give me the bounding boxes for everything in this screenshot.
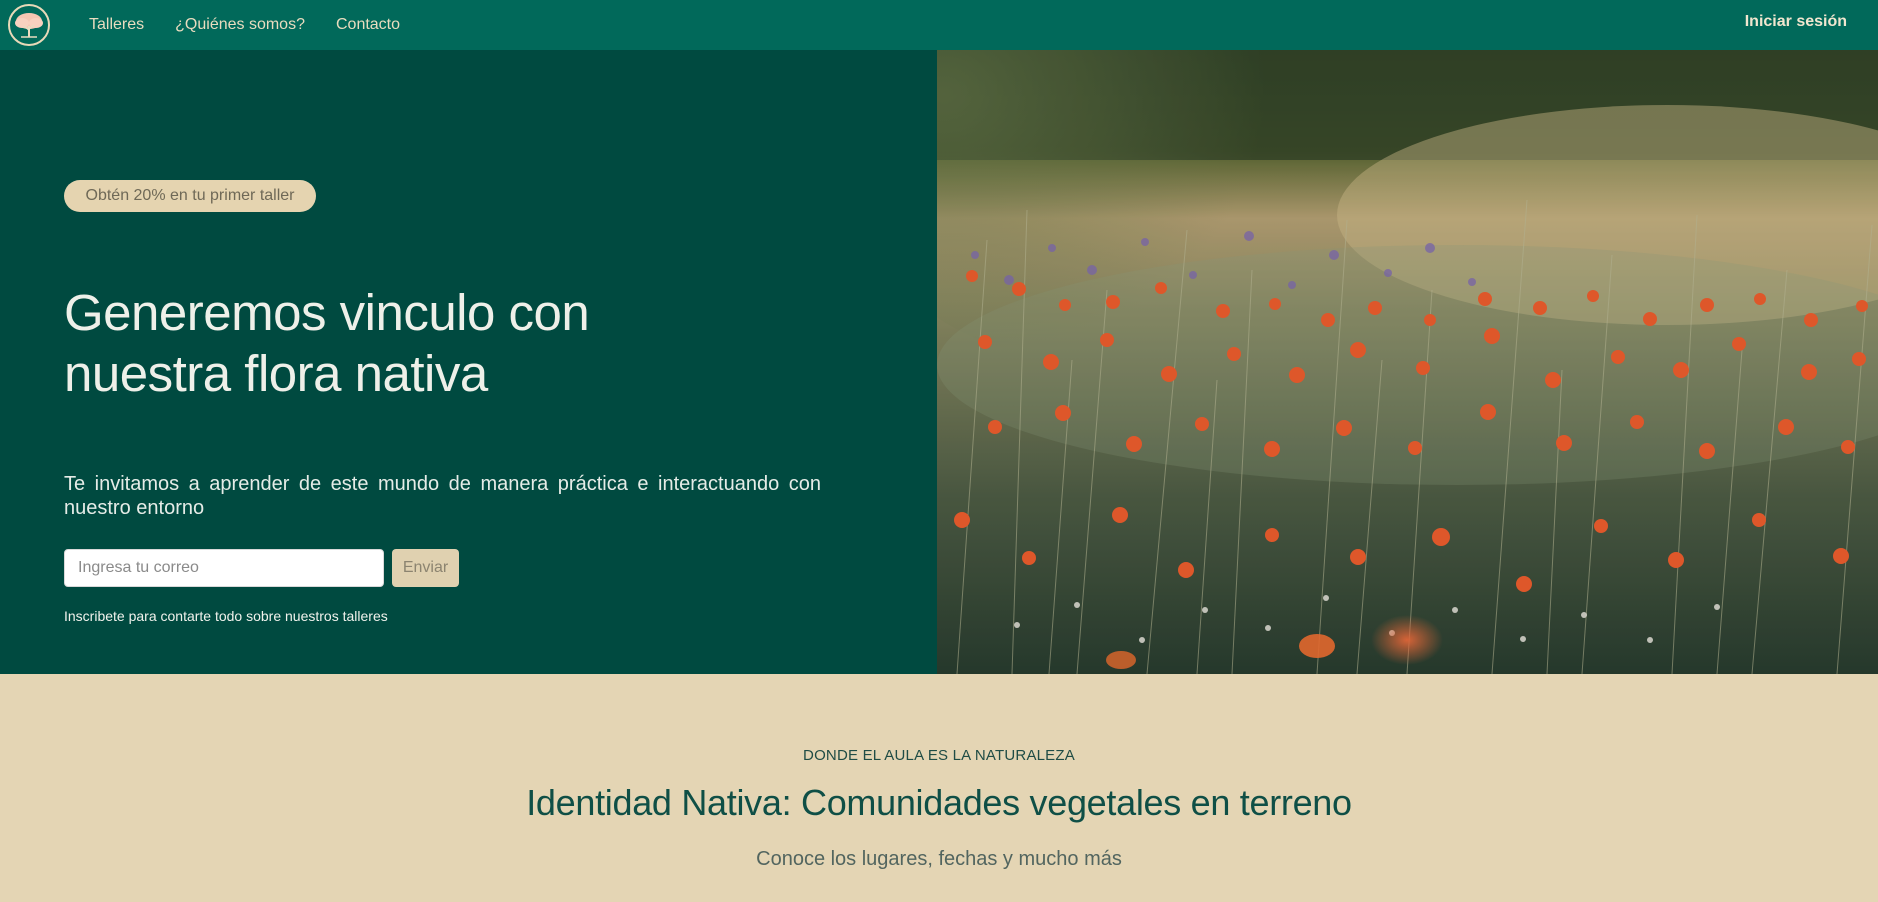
section-kicker: DONDE EL AULA ES LA NATURALEZA (803, 747, 1075, 764)
email-input[interactable] (64, 549, 384, 587)
signup-note: Inscribete para contarte todo sobre nues… (64, 608, 388, 624)
nav-item-talleres[interactable]: Talleres (89, 16, 144, 34)
main-menu: Talleres ¿Quiénes somos? Contacto (89, 0, 400, 50)
hero-content: Obtén 20% en tu primer taller Generemos … (0, 50, 937, 674)
hero-title-line-1: Generemos vinculo con (64, 284, 590, 341)
login-link[interactable]: Iniciar sesión (1745, 0, 1847, 43)
section-title: Identidad Nativa: Comunidades vegetales … (526, 782, 1352, 823)
discount-badge: Obtén 20% en tu primer taller (64, 180, 316, 212)
send-button[interactable]: Enviar (392, 549, 459, 587)
hero-title: Generemos vinculo con nuestra flora nati… (64, 282, 704, 404)
section-subtitle: Conoce los lugares, fechas y mucho más (756, 848, 1122, 870)
wildflower-field-image (937, 50, 1878, 674)
nav-item-quienes-somos[interactable]: ¿Quiénes somos? (175, 16, 305, 34)
hero-image (937, 50, 1878, 674)
hero-description: Te invitamos a aprender de este mundo de… (64, 473, 821, 519)
top-navigation: Talleres ¿Quiénes somos? Contacto Inicia… (0, 0, 1878, 50)
nav-item-contacto[interactable]: Contacto (336, 16, 400, 34)
hero-title-line-2: nuestra flora nativa (64, 345, 488, 402)
tree-logo-icon[interactable] (8, 4, 50, 46)
